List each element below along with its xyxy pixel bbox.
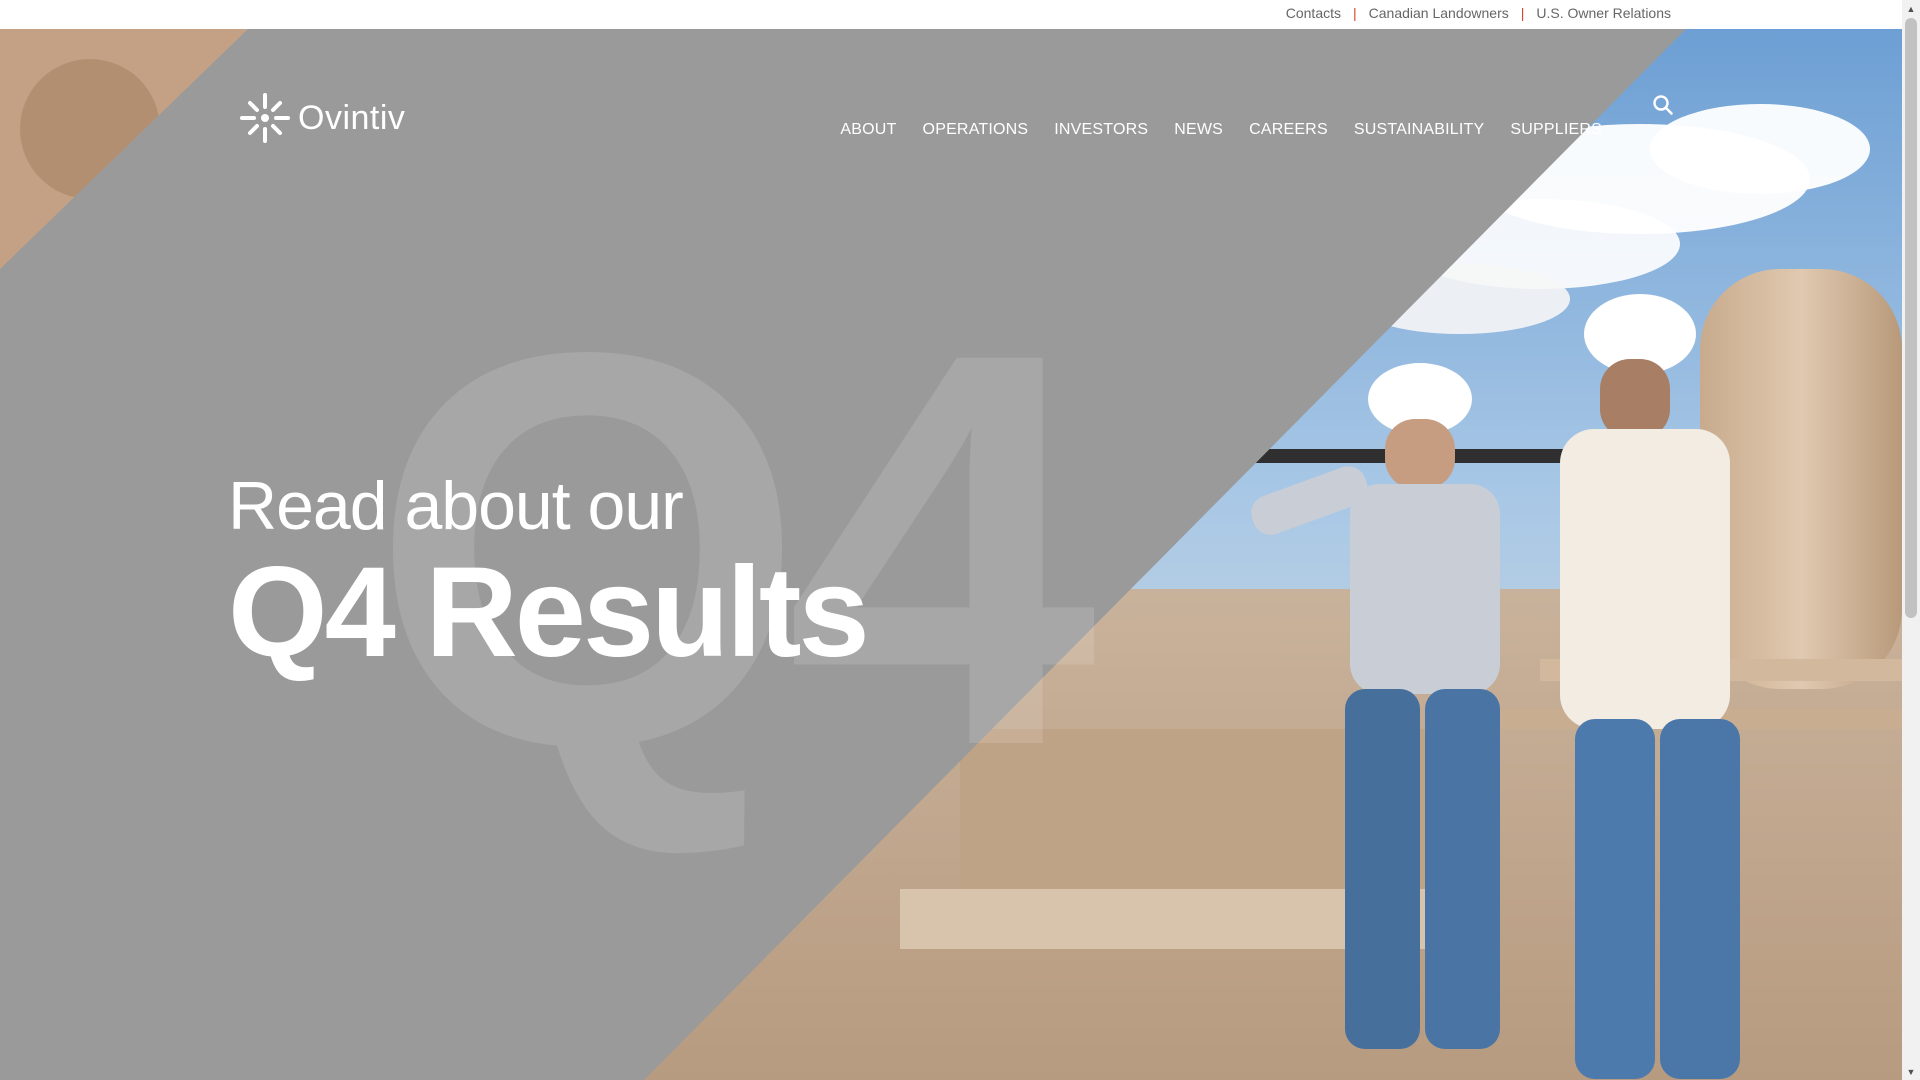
search-button[interactable] [1652, 94, 1674, 116]
nav-about[interactable]: ABOUT [827, 121, 909, 139]
hero-headline: Read about our Q4 Results [228, 468, 870, 680]
utility-separator: | [1353, 5, 1357, 21]
utility-link-us-owner-relations[interactable]: U.S. Owner Relations [1536, 5, 1671, 21]
scroll-down-arrow-icon[interactable]: ▼ [1902, 1063, 1920, 1080]
hero-heading[interactable]: Q4 Results [228, 545, 870, 680]
scrollbar-thumb[interactable] [1905, 18, 1917, 618]
utility-link-canadian-landowners[interactable]: Canadian Landowners [1369, 5, 1509, 21]
utility-separator: | [1520, 5, 1525, 21]
nav-investors[interactable]: INVESTORS [1041, 121, 1161, 139]
logo-mark-icon [240, 93, 290, 143]
logo-wordmark: Ovintiv [298, 98, 406, 137]
utility-link-contacts[interactable]: Contacts [1286, 5, 1341, 21]
scroll-up-arrow-icon[interactable]: ▲ [1902, 0, 1920, 17]
nav-sustainability[interactable]: SUSTAINABILITY [1341, 121, 1498, 139]
utility-nav: Contacts | Canadian Landowners | U.S. Ow… [1286, 0, 1671, 26]
hero-subheading: Read about our [228, 468, 684, 544]
nav-news[interactable]: NEWS [1161, 121, 1236, 139]
search-icon [1653, 95, 1673, 115]
nav-operations[interactable]: OPERATIONS [910, 121, 1042, 139]
utility-bar: Contacts | Canadian Landowners | U.S. Ow… [0, 0, 1902, 29]
page-scrollbar[interactable]: ▲ ▼ [1902, 0, 1920, 1080]
nav-suppliers[interactable]: SUPPLIERS [1497, 121, 1615, 139]
ovintiv-logo[interactable]: Ovintiv [236, 89, 405, 147]
nav-careers[interactable]: CAREERS [1236, 121, 1341, 139]
main-nav: ABOUT OPERATIONS INVESTORS NEWS CAREERS … [827, 121, 1615, 139]
hero-banner: Q4 Ovintiv ABOUT OPERATIONS INVESTORS NE… [0, 29, 1902, 1080]
